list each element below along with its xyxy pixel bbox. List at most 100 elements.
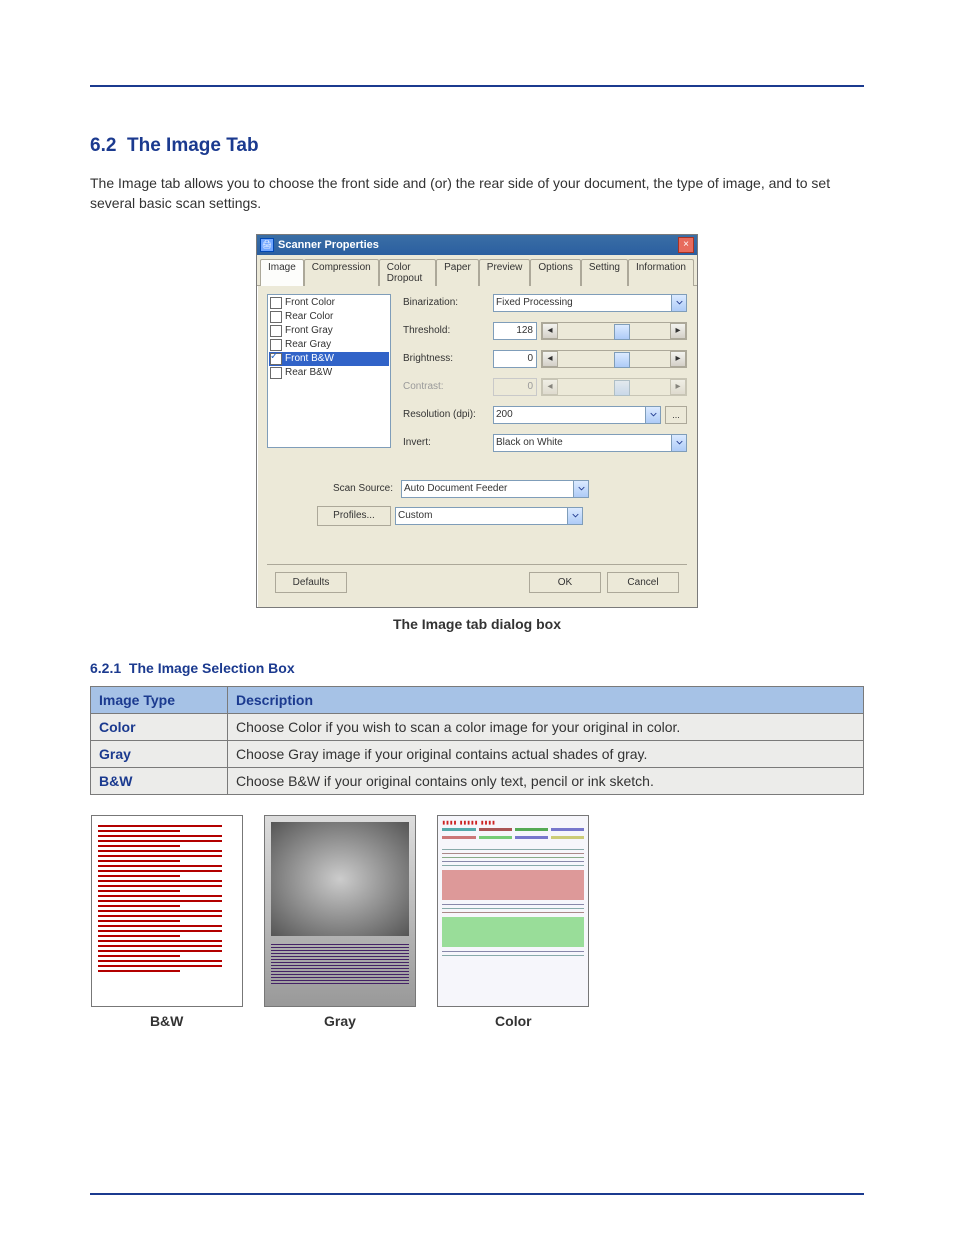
binarization-combo[interactable]: Fixed Processing xyxy=(493,294,687,312)
slider-right-icon: ▸ xyxy=(670,379,686,395)
slider-right-icon[interactable]: ▸ xyxy=(670,323,686,339)
sample-color-image: ▮▮▮▮ ▮▮▮▮▮ ▮▮▮▮ xyxy=(437,815,589,1007)
contrast-value: 0 xyxy=(493,378,537,396)
image-type-table: Image Type Description Color Choose Colo… xyxy=(90,686,864,795)
checkbox-icon[interactable] xyxy=(270,339,282,351)
list-item-label: Front Color xyxy=(285,297,335,308)
chevron-down-icon xyxy=(567,508,582,524)
table-desc-cell: Choose Gray image if your original conta… xyxy=(228,740,864,767)
combo-value-label: 200 xyxy=(496,409,513,420)
slider-left-icon[interactable]: ◂ xyxy=(542,323,558,339)
slider-left-icon: ◂ xyxy=(542,379,558,395)
section-title: 6.2 The Image Tab xyxy=(90,135,864,157)
section-number: 6.2 xyxy=(90,135,116,156)
slider-thumb[interactable] xyxy=(614,324,630,340)
table-type-cell: Gray xyxy=(91,740,228,767)
resolution-combo[interactable]: 200 xyxy=(493,406,661,424)
checkbox-icon[interactable] xyxy=(270,297,282,309)
combo-value-label: Auto Document Feeder xyxy=(404,483,507,494)
contrast-slider: ◂ ▸ xyxy=(541,378,687,396)
close-icon[interactable]: × xyxy=(678,237,694,253)
dialog-titlebar: 🖨 Scanner Properties × xyxy=(257,235,697,255)
tab-preview[interactable]: Preview xyxy=(479,259,531,286)
sample-color-label: Color xyxy=(495,1013,532,1029)
resolution-more-button[interactable]: ... xyxy=(665,406,687,424)
combo-value-label: Black on White xyxy=(496,437,563,448)
table-desc-cell: Choose Color if you wish to scan a color… xyxy=(228,713,864,740)
cancel-button[interactable]: Cancel xyxy=(607,572,679,593)
invert-label: Invert: xyxy=(403,437,493,448)
list-item: Front Color xyxy=(269,296,389,310)
chevron-down-icon xyxy=(671,295,686,311)
list-item-label: Front Gray xyxy=(285,325,333,336)
checkbox-icon[interactable] xyxy=(270,367,282,379)
brightness-label: Brightness: xyxy=(403,353,493,364)
dialog-footer: Defaults OK Cancel xyxy=(267,564,687,601)
combo-value-label: Fixed Processing xyxy=(496,297,573,308)
binarization-label: Binarization: xyxy=(403,297,493,308)
threshold-slider[interactable]: ◂ ▸ xyxy=(541,322,687,340)
profiles-button[interactable]: Profiles... xyxy=(317,506,391,526)
tab-image[interactable]: Image xyxy=(260,259,304,286)
subsection-number: 6.2.1 xyxy=(90,660,121,676)
threshold-value[interactable]: 128 xyxy=(493,322,537,340)
image-side-list[interactable]: Front Color Rear Color Front Gray Rear G… xyxy=(267,294,391,448)
bottom-rule xyxy=(90,1193,864,1195)
scanner-properties-dialog: 🖨 Scanner Properties × Image Compression… xyxy=(256,234,698,608)
sample-color: ▮▮▮▮ ▮▮▮▮▮ ▮▮▮▮ Col xyxy=(437,815,590,1029)
sample-images-row: B&W Gray ▮▮▮▮ ▮▮▮▮▮ ▮▮▮▮ xyxy=(90,815,590,1029)
defaults-button[interactable]: Defaults xyxy=(275,572,347,593)
tab-setting[interactable]: Setting xyxy=(581,259,628,286)
list-item-label: Front B&W xyxy=(285,353,334,364)
sample-gray-label: Gray xyxy=(324,1013,356,1029)
brightness-value[interactable]: 0 xyxy=(493,350,537,368)
section-intro: The Image tab allows you to choose the f… xyxy=(90,173,864,214)
top-rule xyxy=(90,85,864,87)
figure-caption: The Image tab dialog box xyxy=(90,616,864,632)
chevron-down-icon xyxy=(671,435,686,451)
sample-bw: B&W xyxy=(90,815,243,1029)
checkbox-icon[interactable] xyxy=(270,353,282,365)
tab-compression[interactable]: Compression xyxy=(304,259,379,286)
list-item-label: Rear Color xyxy=(285,311,333,322)
list-item: Front Gray xyxy=(269,324,389,338)
table-header: Description xyxy=(228,686,864,713)
table-row: Color Choose Color if you wish to scan a… xyxy=(91,713,864,740)
tab-options[interactable]: Options xyxy=(530,259,580,286)
table-header: Image Type xyxy=(91,686,228,713)
invert-combo[interactable]: Black on White xyxy=(493,434,687,452)
table-row: Gray Choose Gray image if your original … xyxy=(91,740,864,767)
tab-information[interactable]: Information xyxy=(628,259,694,286)
tab-paper[interactable]: Paper xyxy=(436,259,479,286)
profiles-combo[interactable]: Custom xyxy=(395,507,583,525)
table-type-cell: Color xyxy=(91,713,228,740)
list-item-label: Rear Gray xyxy=(285,339,331,350)
checkbox-icon[interactable] xyxy=(270,311,282,323)
tab-color-dropout[interactable]: Color Dropout xyxy=(379,259,436,286)
subsection-name: The Image Selection Box xyxy=(129,660,295,676)
slider-right-icon[interactable]: ▸ xyxy=(670,351,686,367)
list-item: Rear B&W xyxy=(269,366,389,380)
resolution-label: Resolution (dpi): xyxy=(403,409,493,420)
threshold-label: Threshold: xyxy=(403,325,493,336)
app-icon: 🖨 xyxy=(260,238,274,252)
subsection-title: 6.2.1 The Image Selection Box xyxy=(90,660,864,676)
list-item: Front B&W xyxy=(269,352,389,366)
list-item-label: Rear B&W xyxy=(285,367,332,378)
chevron-down-icon xyxy=(645,407,660,423)
tab-strip: Image Compression Color Dropout Paper Pr… xyxy=(257,255,697,286)
checkbox-icon[interactable] xyxy=(270,325,282,337)
list-item: Rear Gray xyxy=(269,338,389,352)
slider-left-icon[interactable]: ◂ xyxy=(542,351,558,367)
brightness-slider[interactable]: ◂ ▸ xyxy=(541,350,687,368)
table-type-cell: B&W xyxy=(91,767,228,794)
scan-source-label: Scan Source: xyxy=(267,483,401,494)
chevron-down-icon xyxy=(573,481,588,497)
sample-gray: Gray xyxy=(263,815,416,1029)
sample-bw-label: B&W xyxy=(150,1013,183,1029)
table-desc-cell: Choose B&W if your original contains onl… xyxy=(228,767,864,794)
scan-source-combo[interactable]: Auto Document Feeder xyxy=(401,480,589,498)
table-row: B&W Choose B&W if your original contains… xyxy=(91,767,864,794)
ok-button[interactable]: OK xyxy=(529,572,601,593)
slider-thumb[interactable] xyxy=(614,352,630,368)
